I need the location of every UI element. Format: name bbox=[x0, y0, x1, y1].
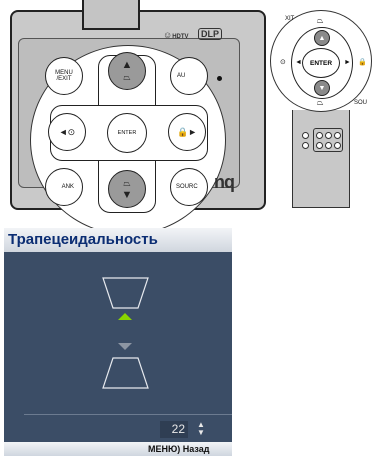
down-arrow-icon: ⏢ ▼ bbox=[121, 178, 133, 201]
remote-left-icon[interactable]: ◄ bbox=[295, 59, 302, 66]
left-button[interactable]: ◄⊙ bbox=[48, 113, 86, 151]
remote-exit-label: XIT bbox=[285, 16, 295, 22]
menu-exit-label: MENU /EXIT bbox=[55, 70, 73, 82]
up-arrow-icon: ▲ ⏢ bbox=[121, 59, 133, 82]
projector-top-strip bbox=[82, 0, 140, 30]
remote-right-icon[interactable]: ► bbox=[344, 59, 351, 66]
keystone-top-trapezoid bbox=[102, 277, 149, 309]
remote-source-label: SOU bbox=[354, 100, 368, 106]
remote-enter-button[interactable]: ENTER bbox=[302, 48, 340, 78]
auto-label: AU bbox=[177, 73, 186, 79]
up-keystone-button[interactable]: ▲ ⏢ bbox=[108, 52, 146, 90]
remote-keystone-down-icon: ⏢ bbox=[317, 98, 324, 107]
remote-up-button[interactable]: ▲ bbox=[314, 30, 330, 46]
menu-key-label[interactable]: МЕНЮ bbox=[148, 444, 177, 454]
source-label: SOURC bbox=[176, 184, 198, 190]
enter-button[interactable]: ENTER bbox=[107, 113, 147, 153]
hdtv-logo: ☺HDTV bbox=[163, 30, 189, 40]
keystone-down-arrow-inactive bbox=[118, 343, 132, 350]
down-keystone-button[interactable]: ⏢ ▼ bbox=[108, 170, 146, 208]
keystone-up-arrow-active bbox=[118, 313, 132, 320]
remote-auto-icon: ⊙ bbox=[280, 59, 286, 66]
remote-lock-icon: 🔒 bbox=[358, 59, 367, 66]
keystone-bottom-trapezoid bbox=[102, 357, 149, 389]
blank-label: ANK bbox=[61, 184, 74, 190]
right-button[interactable]: 🔒► bbox=[168, 113, 206, 151]
remote-small-button[interactable] bbox=[316, 142, 323, 149]
enter-label: ENTER bbox=[117, 130, 137, 136]
remote-body bbox=[292, 110, 350, 208]
remote-small-button[interactable] bbox=[316, 132, 323, 139]
osd-title: Трапецеидальность bbox=[4, 228, 232, 252]
remote-small-button[interactable] bbox=[302, 142, 309, 149]
remote-small-button[interactable] bbox=[334, 142, 341, 149]
osd-separator bbox=[24, 414, 232, 415]
remote-small-button[interactable] bbox=[325, 132, 332, 139]
remote-small-button[interactable] bbox=[334, 132, 341, 139]
footer-bracket: ) bbox=[177, 444, 181, 454]
brand-logo: nq bbox=[214, 172, 235, 192]
keystone-diagram bbox=[102, 277, 149, 389]
left-icon: ◄⊙ bbox=[58, 126, 76, 137]
remote-small-button[interactable] bbox=[302, 132, 309, 139]
remote-down-button[interactable]: ▼ bbox=[314, 80, 330, 96]
back-label: Назад bbox=[182, 444, 210, 454]
value-stepper-icon[interactable]: ▲ ▼ bbox=[195, 421, 207, 438]
right-icon: 🔒► bbox=[176, 126, 198, 137]
menu-exit-button[interactable]: MENU /EXIT bbox=[45, 57, 83, 95]
dlp-logo: DLP bbox=[198, 28, 222, 40]
remote-keystone-up-icon: ⏢ bbox=[317, 16, 324, 25]
indicator-light bbox=[217, 76, 222, 81]
blank-button[interactable]: ANK bbox=[45, 168, 83, 206]
remote-small-button[interactable] bbox=[325, 142, 332, 149]
auto-button[interactable]: AU bbox=[170, 57, 208, 95]
source-button[interactable]: SOURC bbox=[170, 168, 208, 206]
osd-footer-hint: МЕНЮ) Назад bbox=[148, 442, 210, 456]
remote-enter-label: ENTER bbox=[309, 59, 333, 67]
keystone-value: 22 bbox=[160, 421, 188, 438]
